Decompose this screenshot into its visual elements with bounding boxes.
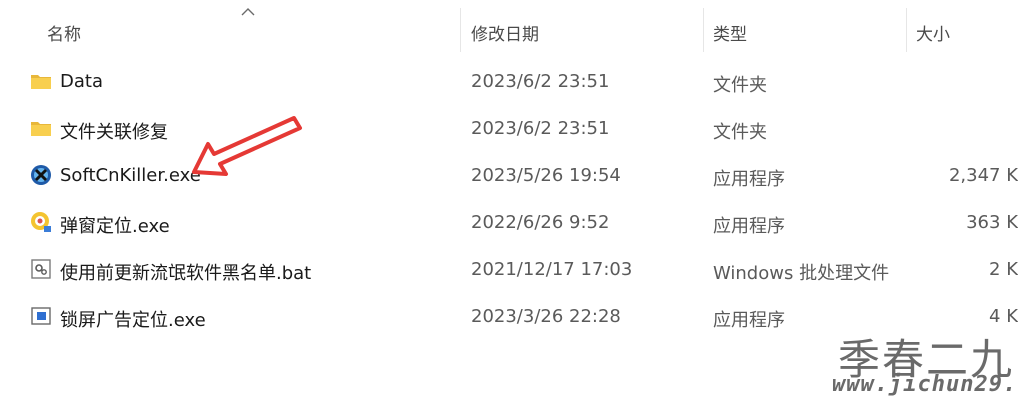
- file-size: 4 K: [989, 306, 1018, 327]
- file-type: Windows 批处理文件: [713, 263, 890, 284]
- folder-icon: [31, 122, 51, 136]
- file-type: 应用程序: [713, 310, 785, 331]
- column-separator[interactable]: [460, 8, 461, 52]
- file-modified: 2023/3/26 22:28: [471, 306, 621, 327]
- window-app-icon: [31, 307, 51, 325]
- file-name: Data: [60, 71, 103, 92]
- file-name: 弹窗定位.exe: [60, 216, 170, 237]
- file-row-popup-locator[interactable]: 弹窗定位.exe 2022/6/26 9:52 应用程序 363 K: [0, 199, 1018, 245]
- softcnkiller-app-icon: [31, 165, 51, 185]
- column-separator[interactable]: [703, 8, 704, 52]
- column-separator[interactable]: [906, 8, 907, 52]
- file-type: 文件夹: [713, 75, 767, 96]
- file-row-file-association-repair[interactable]: 文件关联修复 2023/6/2 23:51 文件夹: [0, 105, 1018, 151]
- watermark-url: www.jichun29.cn: [832, 372, 1018, 397]
- file-row-update-blacklist-bat[interactable]: 使用前更新流氓软件黑名单.bat 2021/12/17 17:03 Window…: [0, 246, 1018, 292]
- file-size: 2 K: [989, 259, 1018, 280]
- column-header: 名称 修改日期 类型 大小: [0, 0, 1018, 62]
- batch-file-icon: [31, 259, 51, 279]
- annotation-arrow-icon: [192, 116, 302, 176]
- file-modified: 2021/12/17 17:03: [471, 259, 633, 280]
- file-modified: 2023/6/2 23:51: [471, 71, 610, 92]
- file-type: 文件夹: [713, 122, 767, 143]
- file-size: 363 K: [966, 212, 1018, 233]
- folder-icon: [31, 75, 51, 89]
- column-size[interactable]: 大小: [916, 20, 950, 45]
- target-app-icon: [31, 212, 51, 232]
- file-name: 锁屏广告定位.exe: [60, 310, 206, 331]
- file-type: 应用程序: [713, 216, 785, 237]
- file-modified: 2023/5/26 19:54: [471, 165, 621, 186]
- column-modified[interactable]: 修改日期: [471, 20, 539, 45]
- sort-ascending-icon[interactable]: [241, 7, 255, 16]
- file-modified: 2022/6/26 9:52: [471, 212, 610, 233]
- file-row-softcnkiller[interactable]: SoftCnKiller.exe 2023/5/26 19:54 应用程序 2,…: [0, 152, 1018, 198]
- file-modified: 2023/6/2 23:51: [471, 118, 610, 139]
- file-name: SoftCnKiller.exe: [60, 165, 201, 186]
- column-type[interactable]: 类型: [713, 20, 747, 45]
- file-row-data[interactable]: Data 2023/6/2 23:51 文件夹: [0, 58, 1018, 104]
- file-name: 文件关联修复: [60, 122, 168, 143]
- file-size: 2,347 K: [948, 165, 1018, 186]
- file-type: 应用程序: [713, 169, 785, 190]
- column-name[interactable]: 名称: [47, 20, 81, 45]
- file-name: 使用前更新流氓软件黑名单.bat: [60, 263, 312, 284]
